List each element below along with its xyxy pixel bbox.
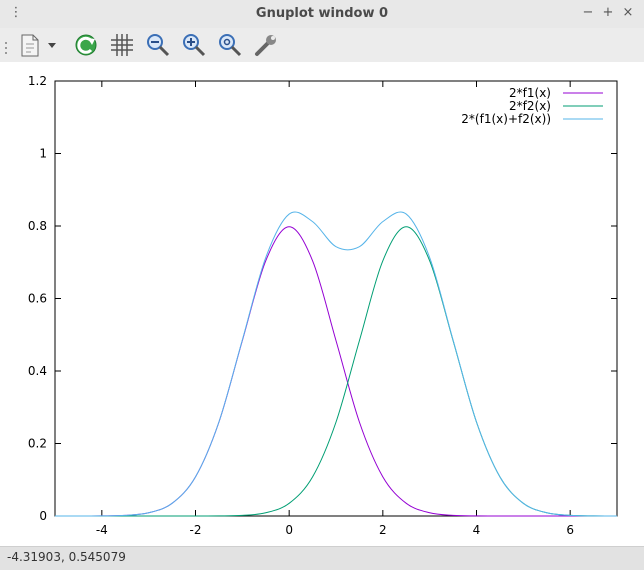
curves [54, 211, 618, 517]
window-title: Gnuplot window 0 [255, 6, 389, 21]
x-tick-label: 0 [285, 523, 293, 537]
legend: 2*f1(x)2*f2(x)2*(f1(x)+f2(x)) [461, 86, 603, 126]
x-tick-label: 4 [473, 523, 481, 537]
toolbar [0, 28, 644, 62]
dropdown-arrow-icon[interactable] [44, 30, 60, 60]
x-tick-label: 6 [566, 523, 574, 537]
mouse-coordinates: -4.31903, 0.545079 [7, 550, 126, 564]
title-bar: ⋮ Gnuplot window 0 − + × [0, 0, 644, 29]
x-tick-label: -2 [190, 523, 202, 537]
chart: -4 -2 0 2 4 6 0 0.2 0.4 0.6 0.8 1 1.2 2*f1(x)2*f2(x)… [28, 74, 618, 537]
copy-to-clipboard-icon[interactable] [14, 30, 44, 60]
zoom-out-icon[interactable] [143, 30, 173, 60]
y-tick-label: 0.2 [28, 437, 47, 451]
minimize-button[interactable]: − [580, 5, 596, 21]
legend-label: 2*f1(x) [509, 86, 551, 100]
y-tick-label: 0.8 [28, 219, 47, 233]
settings-wrench-icon[interactable] [251, 30, 281, 60]
y-tick-label: 0.4 [28, 364, 47, 378]
x-tick-label: 2 [379, 523, 387, 537]
axis-ticks: -4 -2 0 2 4 6 0 0.2 0.4 0.6 0.8 1 1.2 [28, 74, 617, 537]
series-line-1 [54, 226, 617, 517]
x-tick-label: -4 [96, 523, 108, 537]
grid-icon[interactable] [107, 30, 137, 60]
replot-icon[interactable] [71, 30, 101, 60]
series-line-2 [54, 226, 618, 517]
status-bar: -4.31903, 0.545079 [0, 546, 644, 570]
close-button[interactable]: × [620, 5, 636, 21]
plot-frame [54, 80, 618, 517]
toolbar-grip-icon[interactable] [4, 39, 10, 54]
y-tick-label: 0 [39, 509, 47, 523]
legend-label: 2*(f1(x)+f2(x)) [461, 112, 551, 126]
y-tick-label: 1.2 [28, 74, 47, 88]
plot-area[interactable]: -4 -2 0 2 4 6 0 0.2 0.4 0.6 0.8 1 1.2 2*f1(x) 2*f2(x)… [0, 62, 644, 546]
series-line-3 [54, 211, 618, 517]
zoom-fit-icon[interactable] [215, 30, 245, 60]
legend-label: 2*f2(x) [509, 99, 551, 113]
y-tick-label: 1 [39, 147, 47, 161]
zoom-in-icon[interactable] [179, 30, 209, 60]
y-tick-label: 0.6 [28, 292, 47, 306]
maximize-button[interactable]: + [600, 5, 616, 21]
